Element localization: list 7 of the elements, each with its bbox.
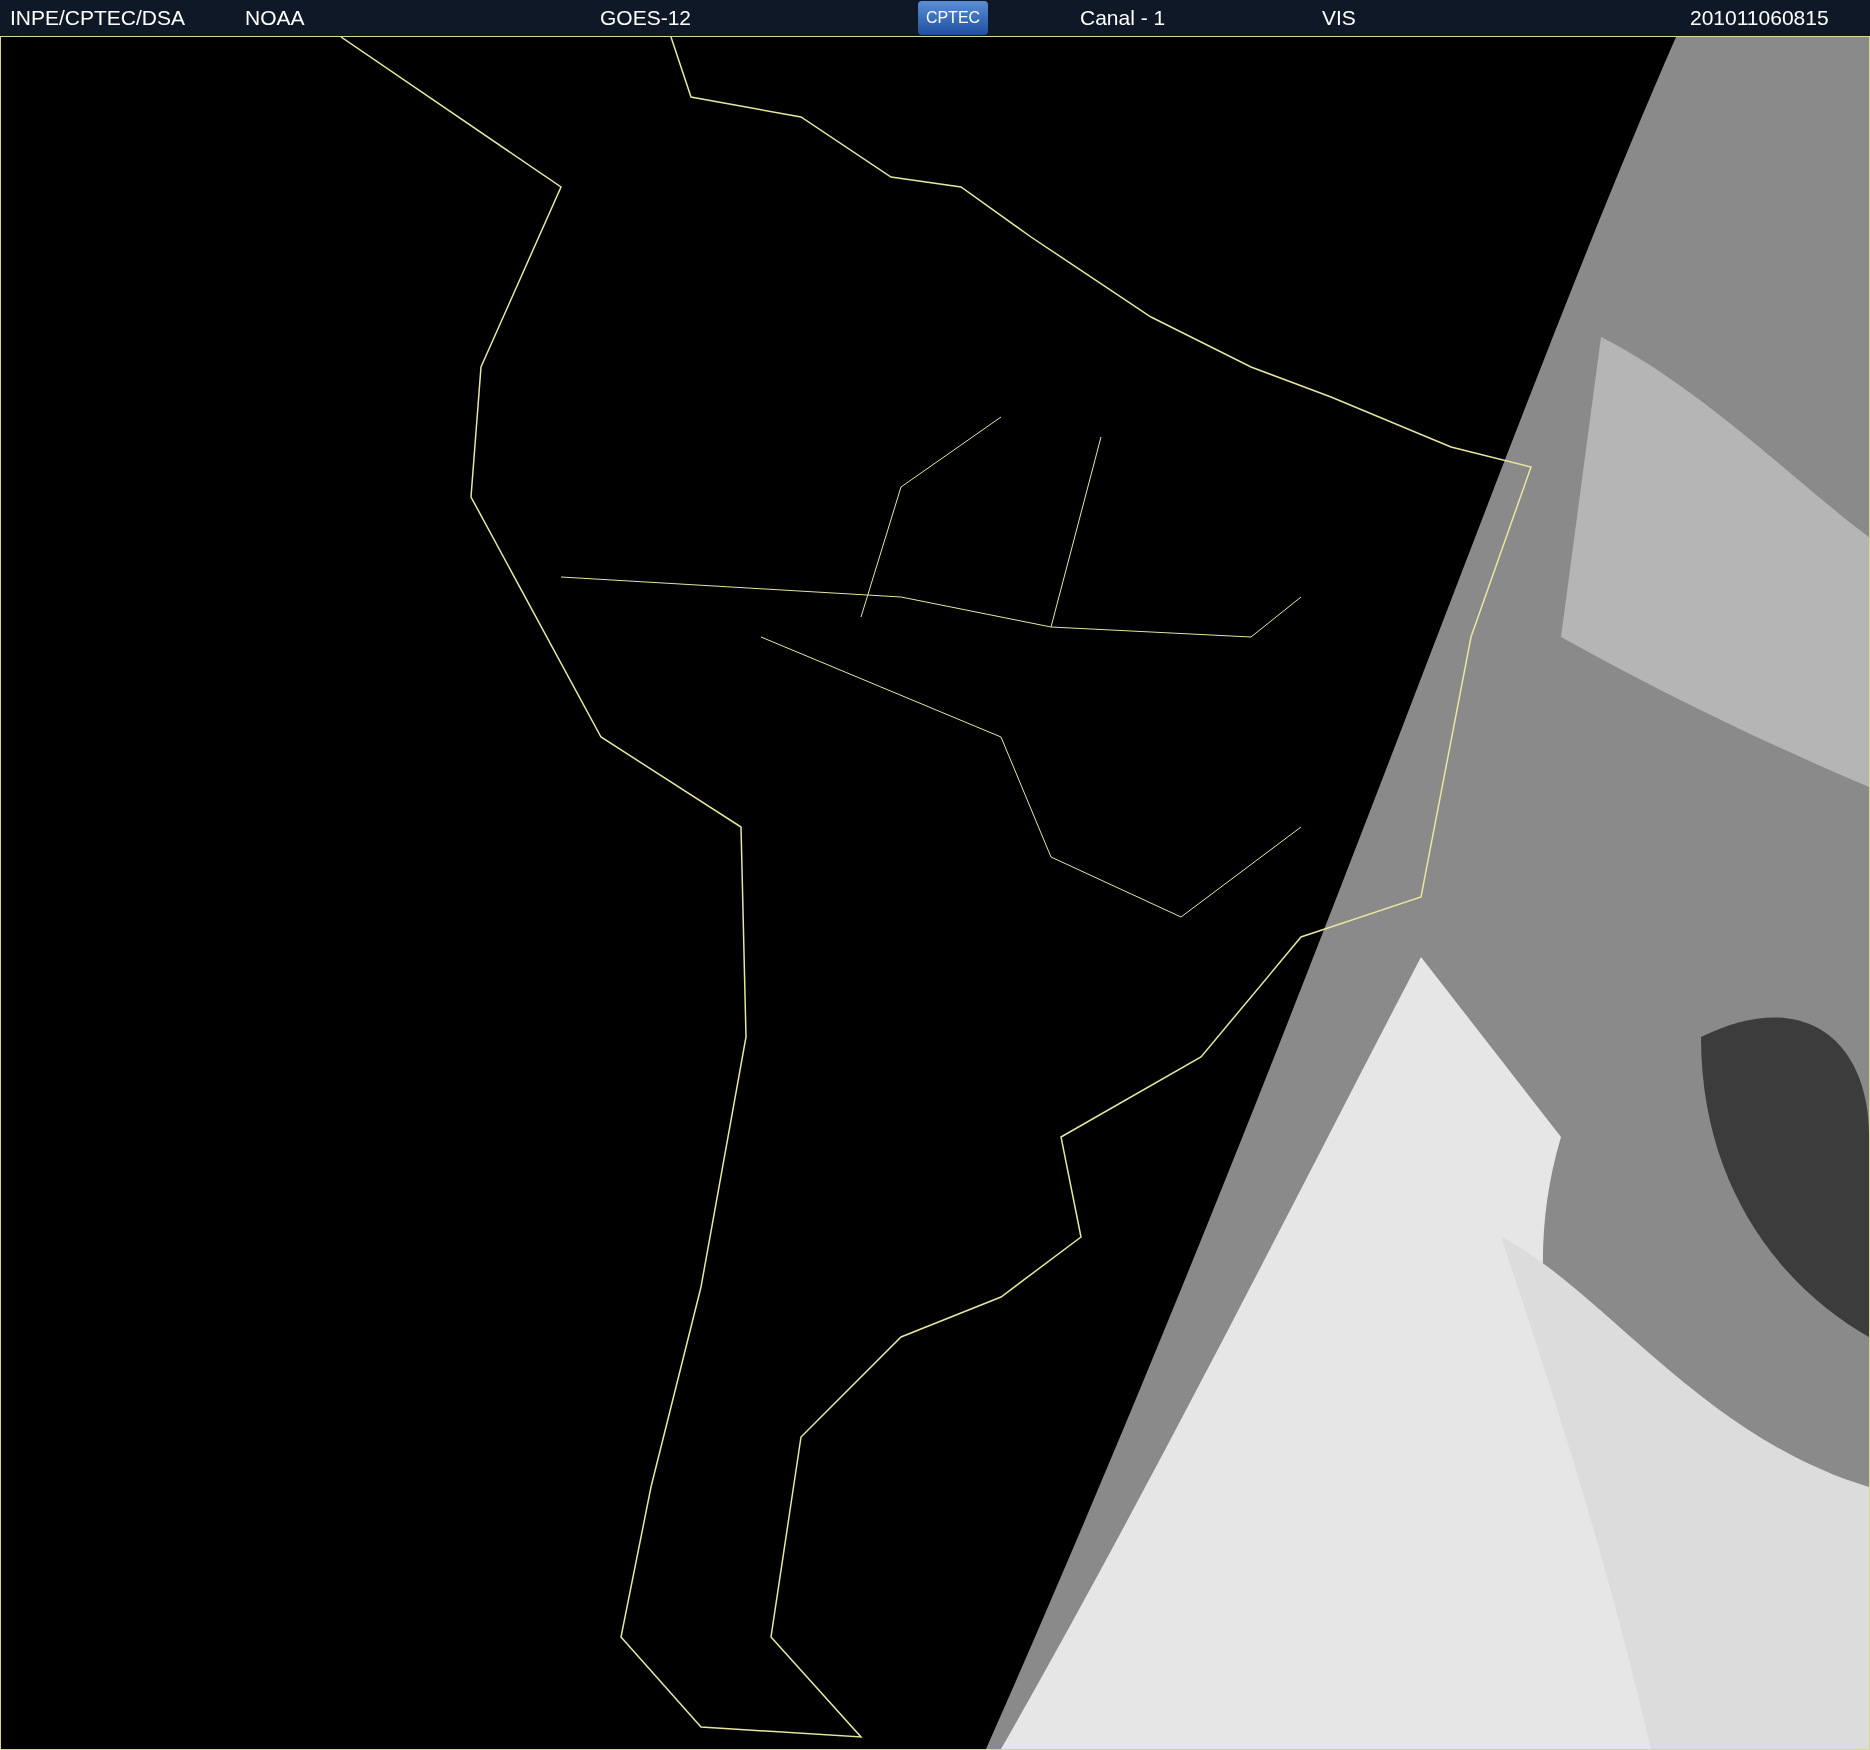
header-label: VIS [1322,5,1356,31]
header-label: NOAA [245,5,305,31]
header-label: GOES-12 [600,5,692,31]
logo: CPTEC [918,1,988,35]
header-label: Canal - 1 [1080,5,1166,31]
header-label: 201011060815 [1690,5,1829,31]
header-label: INPE/CPTEC/DSA [10,5,186,31]
